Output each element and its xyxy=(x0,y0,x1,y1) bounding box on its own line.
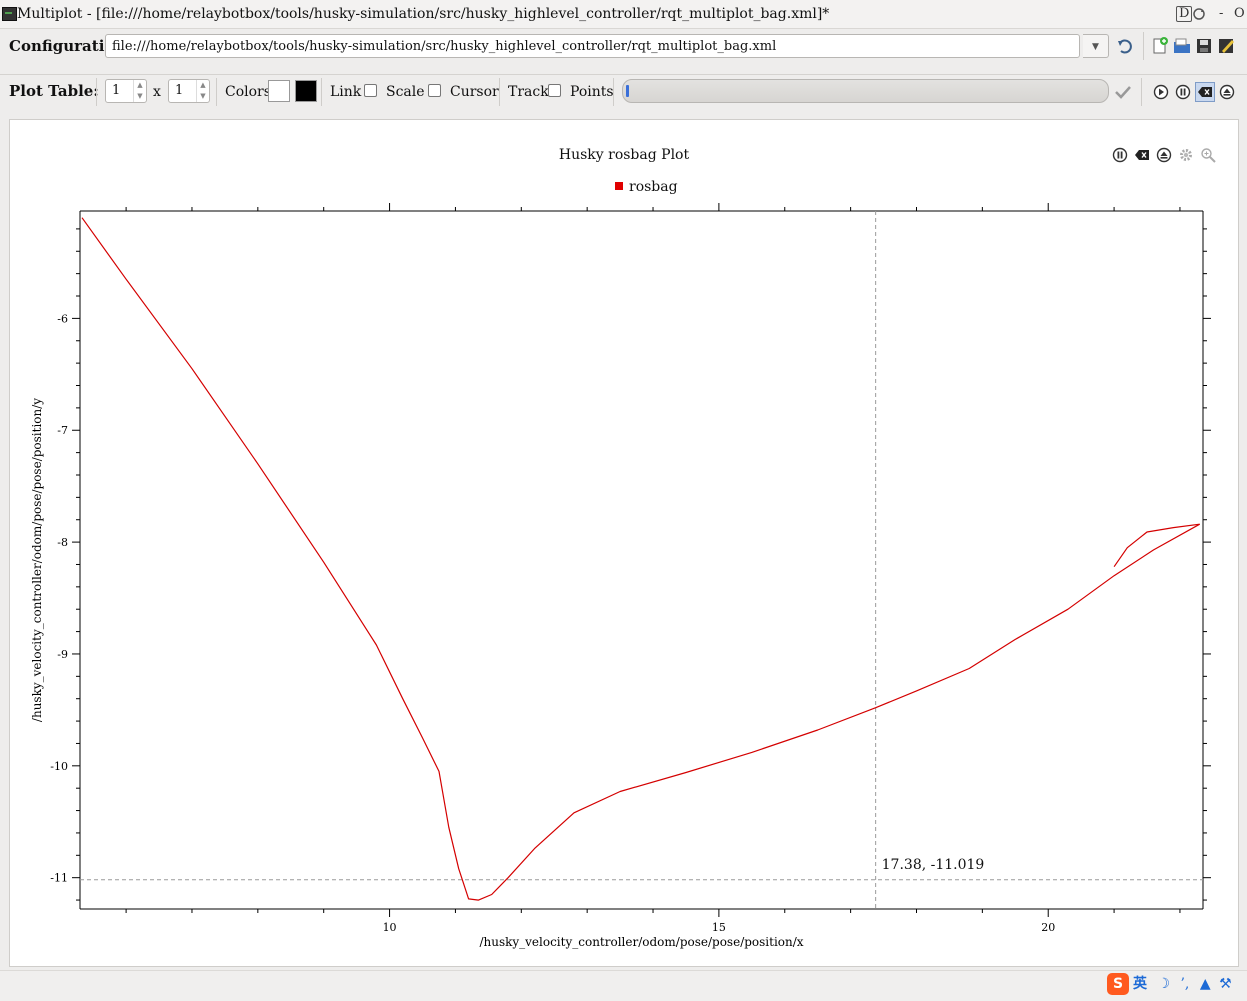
points-label: Points xyxy=(570,84,614,100)
clear-button[interactable] xyxy=(1195,82,1215,102)
scale-checkbox[interactable] xyxy=(428,84,441,97)
y-tick-label: -11 xyxy=(50,872,68,885)
moon-icon[interactable]: ☽ xyxy=(1157,976,1170,992)
minimize-button[interactable]: - xyxy=(1219,0,1223,28)
status-bar: S英 ☽ ’, ▲ ⚒ xyxy=(0,970,1247,1001)
foreground-color-button[interactable] xyxy=(295,80,317,102)
track-checkbox[interactable] xyxy=(548,84,561,97)
y-axis-label: /husky_velocity_controller/odom/pose/pos… xyxy=(30,398,44,722)
d-button[interactable]: D xyxy=(1176,6,1193,22)
colors-label: Colors xyxy=(225,84,271,100)
rows-spinbox[interactable]: 1 ▲ ▼ xyxy=(105,79,147,103)
punctuation-icon[interactable]: ’, xyxy=(1180,976,1189,992)
eject-icon[interactable] xyxy=(1219,84,1235,100)
separator xyxy=(96,78,97,106)
save-as-config-icon[interactable] xyxy=(1217,37,1235,55)
cursor-label: Cursor xyxy=(450,84,499,100)
cols-value: 1 xyxy=(175,83,184,98)
y-tick-label: -7 xyxy=(57,424,68,437)
plot-table-label: Plot Table: xyxy=(9,82,99,100)
ime-language-icon[interactable]: 英 xyxy=(1133,976,1147,992)
clear-icon xyxy=(1198,87,1212,97)
configuration-row: Configuration: file:///home/relaybotbox/… xyxy=(0,30,1247,64)
plot-widget[interactable]: Husky rosbag Plot rosbag 10 15 20 -6 -7 -8 -9-… xyxy=(9,119,1239,967)
plot-canvas[interactable]: 10 15 20 -6 -7 -8 -9 -10 -11/husky_velocity_cont… xyxy=(10,120,1238,966)
window-title-bar: Multiplot - [file:///home/relaybotbox/to… xyxy=(0,0,1247,29)
background-color-button[interactable] xyxy=(268,80,290,102)
window-title: Multiplot - [file:///home/relaybotbox/to… xyxy=(17,6,830,22)
pause-icon[interactable] xyxy=(1175,84,1191,100)
refresh-icon[interactable] xyxy=(1192,7,1206,21)
y-tick-label: -8 xyxy=(57,536,68,549)
cols-stepper[interactable]: ▲ ▼ xyxy=(196,80,209,102)
x-tick-label: 15 xyxy=(712,921,726,934)
close-button[interactable]: O xyxy=(1234,0,1245,28)
link-label: Link xyxy=(330,84,362,100)
wrench-icon[interactable]: ⚒ xyxy=(1219,976,1232,992)
cursor-readout: 17.38, -11.019 xyxy=(881,856,985,873)
skin-icon[interactable]: ▲ xyxy=(1200,976,1211,992)
series-line-1 xyxy=(1113,523,1200,568)
sogou-logo-icon[interactable]: S xyxy=(1107,973,1129,995)
progress-fill xyxy=(626,85,629,97)
x-tick-label: 20 xyxy=(1041,921,1055,934)
separator xyxy=(613,78,614,106)
input-method-tray[interactable]: S英 ☽ ’, ▲ ⚒ xyxy=(1107,973,1232,997)
app-icon xyxy=(2,7,17,21)
y-tick-label: -9 xyxy=(57,648,68,661)
open-config-icon[interactable] xyxy=(1173,37,1191,55)
y-tick-label: -6 xyxy=(57,312,68,325)
reload-config-icon[interactable] xyxy=(1117,38,1135,56)
configuration-dropdown[interactable]: ▼ xyxy=(1083,34,1109,58)
separator xyxy=(1143,32,1144,60)
configuration-path-input[interactable]: file:///home/relaybotbox/tools/husky-sim… xyxy=(105,34,1080,58)
series-line-0 xyxy=(81,217,1200,901)
play-icon[interactable] xyxy=(1153,84,1169,100)
rows-cols-separator: x xyxy=(153,84,161,100)
checkmark-icon[interactable] xyxy=(1114,85,1132,99)
scale-label: Scale xyxy=(386,84,425,100)
x-axis-label: /husky_velocity_controller/odom/pose/pos… xyxy=(479,935,803,949)
playback-progress-bar[interactable] xyxy=(622,79,1109,103)
rows-value: 1 xyxy=(112,83,121,98)
separator xyxy=(216,78,217,106)
track-label: Track xyxy=(508,84,549,100)
plot-table-row: Plot Table: 1 ▲ ▼ x 1 ▲ ▼ Colors Link Scal… xyxy=(0,74,1247,109)
link-checkbox[interactable] xyxy=(364,84,377,97)
save-config-icon[interactable] xyxy=(1195,37,1213,55)
separator xyxy=(499,78,500,106)
x-tick-label: 10 xyxy=(383,921,397,934)
rows-stepper[interactable]: ▲ ▼ xyxy=(133,80,146,102)
new-config-icon[interactable] xyxy=(1151,37,1169,55)
separator xyxy=(1141,78,1142,106)
separator xyxy=(321,78,322,106)
cols-spinbox[interactable]: 1 ▲ ▼ xyxy=(168,79,210,103)
y-tick-label: -10 xyxy=(50,760,68,773)
